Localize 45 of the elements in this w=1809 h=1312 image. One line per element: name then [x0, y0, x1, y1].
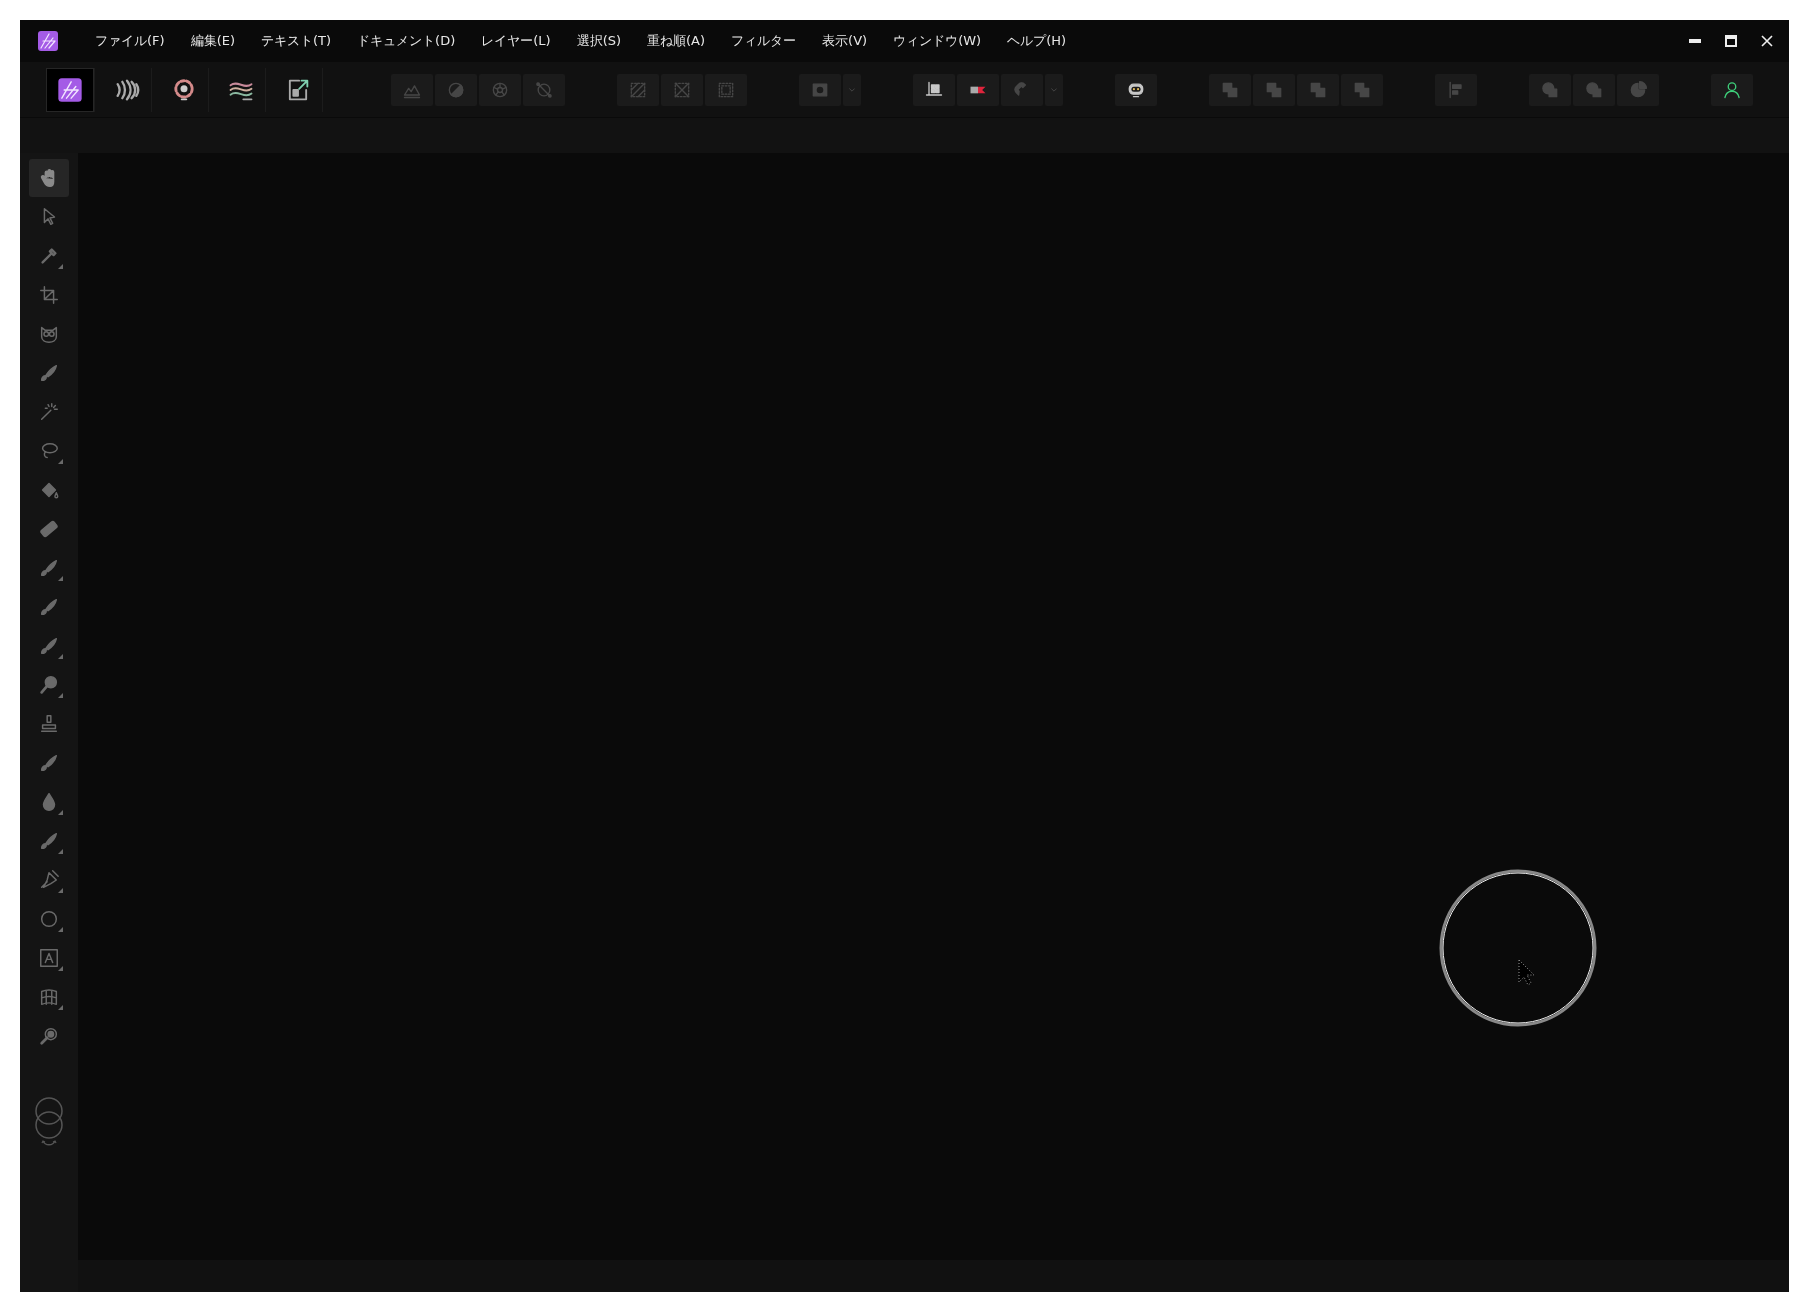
menu-item[interactable]: 編集(E)	[177, 32, 248, 50]
brush-icon	[38, 635, 60, 657]
tool-button[interactable]	[29, 159, 69, 197]
color-swatches-drawing[interactable]	[32, 1096, 66, 1140]
menu-item[interactable]: 選択(S)	[563, 32, 635, 50]
ellipse-icon	[38, 908, 60, 930]
persona-button[interactable]	[46, 67, 95, 112]
menu-item[interactable]: レイヤー(L)	[468, 32, 564, 50]
brush-icon	[38, 830, 60, 852]
circle-square-icon	[1540, 79, 1560, 100]
zoom-icon	[38, 1025, 60, 1047]
dodge-icon	[38, 674, 60, 696]
maximize-icon	[1725, 35, 1737, 47]
pie-icon	[1628, 79, 1648, 100]
brush-icon	[38, 752, 60, 774]
minimize-icon	[1689, 39, 1701, 43]
circle-square-icon	[1584, 79, 1604, 100]
pen-icon	[38, 869, 60, 891]
menu-item[interactable]: 表示(V)	[809, 32, 881, 50]
menu-item[interactable]: テキスト(T)	[248, 32, 345, 50]
crossed-circle-icon	[534, 79, 554, 100]
crop-icon	[38, 284, 60, 306]
wand-icon	[38, 401, 60, 423]
menu-item[interactable]: ドキュメント(D)	[344, 32, 469, 50]
user-icon	[1722, 79, 1742, 100]
close-icon	[1761, 35, 1773, 47]
menu-item[interactable]: ファイル(F)	[82, 32, 178, 50]
brush-icon	[38, 557, 60, 579]
text-frame-icon	[38, 947, 60, 969]
menu-item[interactable]: ヘルプ(H)	[994, 32, 1080, 50]
toolbar-button[interactable]	[957, 73, 999, 106]
toolbar-button[interactable]	[1115, 73, 1157, 106]
mesh-icon	[38, 986, 60, 1008]
menu-item[interactable]: 重ね順(A)	[634, 32, 719, 50]
menu-item[interactable]: ウィンドウ(W)	[880, 32, 995, 50]
triangle-logo-icon	[56, 75, 84, 104]
brush-icon	[38, 596, 60, 618]
stamp-icon	[38, 713, 60, 735]
menu-item[interactable]: フィルター	[718, 32, 810, 50]
eyedropper-icon	[38, 245, 60, 267]
brush-icon	[38, 362, 60, 384]
toolbar-button[interactable]	[913, 73, 955, 106]
swap-icon[interactable]	[41, 1140, 57, 1148]
toolbar-button[interactable]	[1711, 73, 1753, 106]
triangle-logo-icon	[36, 29, 60, 53]
